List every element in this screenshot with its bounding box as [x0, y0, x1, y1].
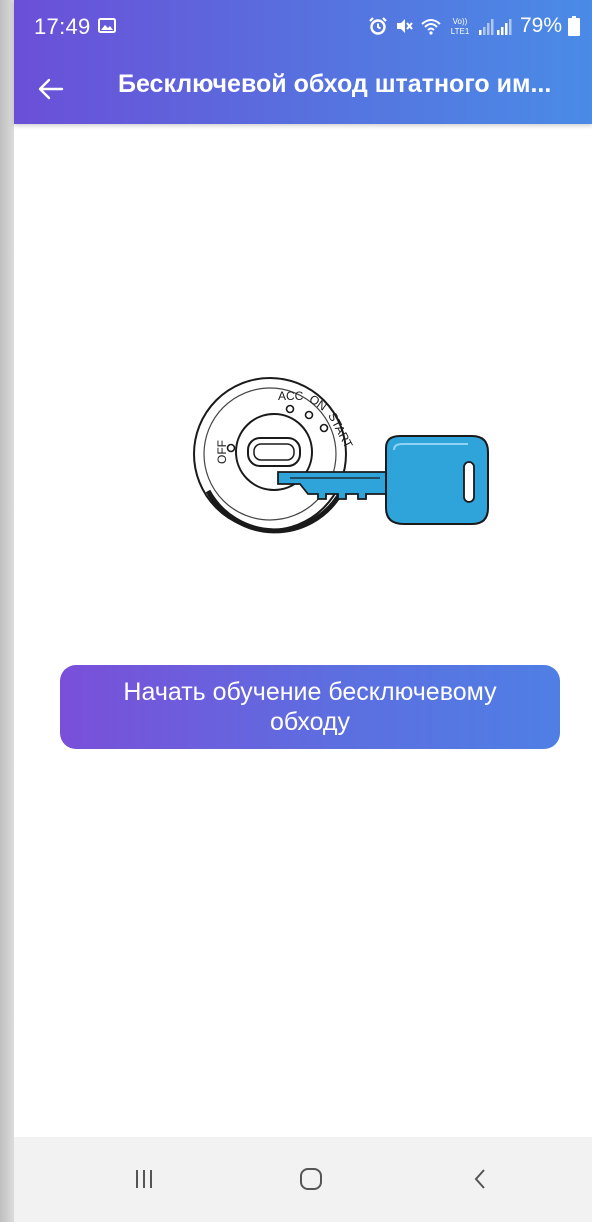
alarm-icon — [369, 17, 387, 35]
app-screen: 17:49 Vo)) LTE1 79% Бесключевой обход шт… — [14, 0, 592, 1222]
back-button[interactable] — [30, 68, 72, 110]
system-nav-bar — [14, 1137, 592, 1222]
wifi-icon — [421, 19, 441, 35]
nav-back-button[interactable] — [451, 1157, 511, 1201]
page-title: Бесключевой обход штатного им... — [118, 70, 552, 98]
svg-text:LTE1: LTE1 — [451, 27, 470, 36]
arrow-left-icon — [38, 78, 64, 100]
start-training-button[interactable]: Начать обучение бесключевому обходу — [60, 665, 560, 749]
toolbar: Бесключевой обход штатного им... — [14, 54, 592, 124]
left-edge-shadow — [0, 0, 14, 1222]
gallery-icon — [98, 18, 116, 33]
start-training-button-label: Начать обучение бесключевому обходу — [123, 678, 497, 736]
signal-icon — [478, 19, 512, 35]
battery-percent: 79% — [519, 14, 562, 37]
volte-icon: Vo)) LTE1 — [451, 17, 470, 36]
recent-apps-button[interactable] — [114, 1157, 174, 1201]
status-bar: 17:49 Vo)) LTE1 79% — [14, 0, 592, 54]
home-button[interactable] — [281, 1157, 341, 1201]
battery-icon — [568, 16, 580, 36]
mute-icon — [396, 19, 413, 33]
app-header: 17:49 Vo)) LTE1 79% Бесключевой обход шт… — [14, 0, 592, 124]
off-label: OFF — [215, 440, 229, 464]
status-time: 17:49 — [34, 14, 91, 39]
svg-text:Vo)): Vo)) — [453, 17, 468, 26]
acc-label: ACC — [278, 389, 304, 403]
recent-apps-icon — [136, 1170, 152, 1188]
home-icon — [300, 1168, 322, 1190]
back-icon — [474, 1169, 485, 1189]
status-icons: Vo)) LTE1 79% — [368, 12, 580, 40]
ignition-key-icon: ACC ON START OFF — [193, 377, 489, 534]
